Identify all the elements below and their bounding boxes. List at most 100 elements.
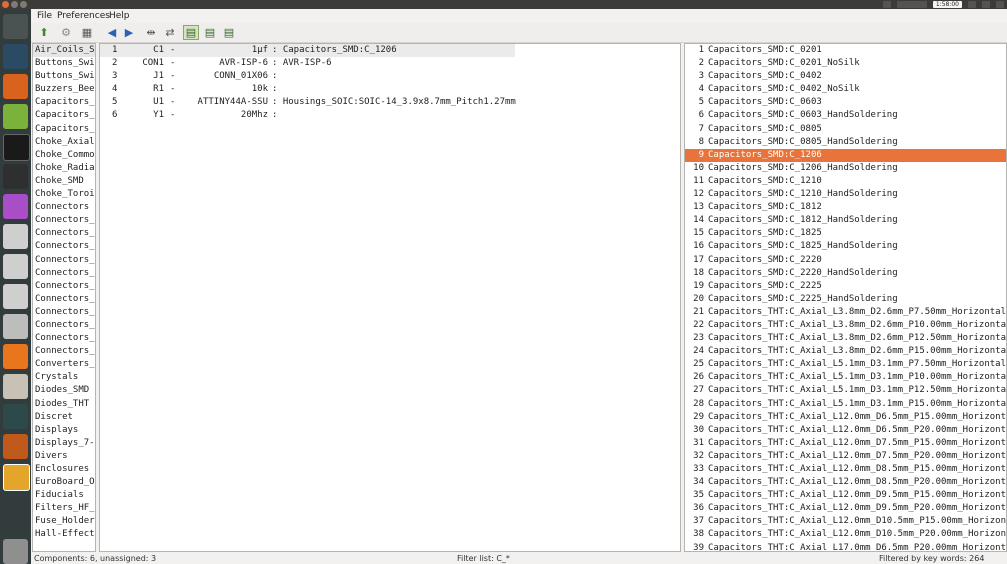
library-item[interactable]: Fiducials xyxy=(33,489,95,502)
footprint-row[interactable]: 30 Capacitors_THT:C_Axial_L12.0mm_D6.5mm_… xyxy=(685,424,1006,437)
footprint-row[interactable]: 13 Capacitors_SMD:C_1812 xyxy=(685,201,1006,214)
battery-icon[interactable] xyxy=(982,1,990,8)
library-item[interactable]: Connectors_ xyxy=(33,345,95,358)
library-item[interactable]: Capacitors_ xyxy=(33,123,95,136)
library-item[interactable]: Displays xyxy=(33,424,95,437)
library-item[interactable]: Buttons_Swi xyxy=(33,70,95,83)
footprint-row[interactable]: 18 Capacitors_SMD:C_2220_HandSoldering xyxy=(685,267,1006,280)
library-item[interactable]: Displays_7-S xyxy=(33,437,95,450)
footprint-list[interactable]: 1 Capacitors_SMD:C_0201 2 Capacitors_SMD:C_… xyxy=(684,43,1007,552)
menu-file[interactable]: File xyxy=(37,11,52,21)
filter-library-icon[interactable]: ▤ xyxy=(221,25,237,40)
power-icon[interactable] xyxy=(996,1,1004,8)
delete-assoc-icon[interactable]: ⇹ xyxy=(143,25,159,40)
library-item[interactable]: Capacitors_ xyxy=(33,96,95,109)
library-item[interactable]: Connectors xyxy=(33,201,95,214)
footprint-row[interactable]: 5 Capacitors_SMD:C_0603 xyxy=(685,96,1006,109)
library-item[interactable]: EuroBoard_Ou xyxy=(33,476,95,489)
footprint-row[interactable]: 12 Capacitors_SMD:C_1210_HandSoldering xyxy=(685,188,1006,201)
footprint-row[interactable]: 31 Capacitors_THT:C_Axial_L12.0mm_D7.5mm_… xyxy=(685,437,1006,450)
drive-icon[interactable] xyxy=(3,224,28,249)
library-item[interactable]: Choke_Common xyxy=(33,149,95,162)
library-item[interactable]: Connectors_ xyxy=(33,240,95,253)
library-item[interactable]: Divers xyxy=(33,450,95,463)
footprint-row[interactable]: 33 Capacitors_THT:C_Axial_L12.0mm_D8.5mm_… xyxy=(685,463,1006,476)
footprint-row[interactable]: 19 Capacitors_SMD:C_2225 xyxy=(685,280,1006,293)
footprint-row[interactable]: 4 Capacitors_SMD:C_0402_NoSilk xyxy=(685,83,1006,96)
library-item[interactable]: Connectors_ xyxy=(33,332,95,345)
component-row[interactable]: 6 Y1- 20Mhz: xyxy=(100,109,680,122)
footprint-row[interactable]: 27 Capacitors_THT:C_Axial_L5.1mm_D3.1mm_P… xyxy=(685,384,1006,397)
filter-pincount-icon[interactable]: ▤ xyxy=(202,25,218,40)
library-item[interactable]: Diodes_SMD xyxy=(33,384,95,397)
footprint-row[interactable]: 6 Capacitors_SMD:C_0603_HandSoldering xyxy=(685,109,1006,122)
drive-icon[interactable] xyxy=(3,284,28,309)
firefox-icon[interactable] xyxy=(3,74,28,99)
component-row[interactable]: 4 R1- 10k: xyxy=(100,83,680,96)
auto-assoc-icon[interactable]: ⇄ xyxy=(162,25,178,40)
footprint-row[interactable]: 14 Capacitors_SMD:C_1812_HandSoldering xyxy=(685,214,1006,227)
footprint-row[interactable]: 20 Capacitors_SMD:C_2225_HandSoldering xyxy=(685,293,1006,306)
library-item[interactable]: Connectors_ xyxy=(33,319,95,332)
footprint-row[interactable]: 34 Capacitors_THT:C_Axial_L12.0mm_D8.5mm_… xyxy=(685,476,1006,489)
ubuntu-settings-icon[interactable] xyxy=(3,434,28,459)
steam-icon[interactable] xyxy=(3,44,28,69)
calculator-icon[interactable] xyxy=(3,374,28,399)
component-row[interactable]: 1 C1- 1µf: Capacitors_SMD:C_1206 xyxy=(100,44,515,58)
footprint-row[interactable]: 37 Capacitors_THT:C_Axial_L12.0mm_D10.5mm… xyxy=(685,515,1006,528)
library-list[interactable]: Air_Coils_SM Buttons_Swi Buttons_Swi Buzzer… xyxy=(32,43,96,552)
library-item[interactable]: Connectors_ xyxy=(33,280,95,293)
footprint-row[interactable]: 15 Capacitors_SMD:C_1825 xyxy=(685,227,1006,240)
filter-keyword-icon[interactable]: ▤ xyxy=(183,25,199,40)
library-item[interactable]: Filters_HF_C xyxy=(33,502,95,515)
library-item[interactable]: Connectors_ xyxy=(33,254,95,267)
library-item[interactable]: Discret xyxy=(33,411,95,424)
close-window-icon[interactable] xyxy=(2,1,9,8)
text-editor-icon[interactable] xyxy=(3,104,28,129)
settings-icon[interactable]: ⚙ xyxy=(58,25,74,40)
footprint-row[interactable]: 36 Capacitors_THT:C_Axial_L12.0mm_D9.5mm_… xyxy=(685,502,1006,515)
footprint-row[interactable]: 10 Capacitors_SMD:C_1206_HandSoldering xyxy=(685,162,1006,175)
component-row[interactable]: 5 U1- ATTINY44A-SSU: Housings_SOIC:SOIC-14… xyxy=(100,96,680,109)
menu-help[interactable]: Help xyxy=(109,11,130,21)
footprint-row[interactable]: 39 Capacitors_THT:C_Axial_L17.0mm_D6.5mm_… xyxy=(685,542,1006,551)
library-item[interactable]: Choke_SMD xyxy=(33,175,95,188)
drive-icon[interactable] xyxy=(3,254,28,279)
footprint-row[interactable]: 17 Capacitors_SMD:C_2220 xyxy=(685,254,1006,267)
footprint-viewer-icon[interactable]: ▦ xyxy=(79,25,95,40)
footprint-row[interactable]: 9 Capacitors_SMD:C_1206 xyxy=(685,148,1006,162)
previous-icon[interactable]: ◀ xyxy=(104,25,120,40)
footprint-row[interactable]: 35 Capacitors_THT:C_Axial_L12.0mm_D9.5mm_… xyxy=(685,489,1006,502)
kicad-cvpcb-icon[interactable] xyxy=(3,464,30,491)
library-item[interactable]: Fuse_Holders xyxy=(33,515,95,528)
library-item[interactable]: Diodes_THT xyxy=(33,398,95,411)
footprint-row[interactable]: 38 Capacitors_THT:C_Axial_L12.0mm_D10.5mm… xyxy=(685,528,1006,541)
maximize-window-icon[interactable] xyxy=(20,1,27,8)
terminal-icon[interactable] xyxy=(3,134,30,161)
component-row[interactable]: 2 CON1- AVR-ISP-6: AVR-ISP-6 xyxy=(100,57,680,70)
library-item[interactable]: Converters_ xyxy=(33,358,95,371)
menu-preferences[interactable]: Preferences xyxy=(57,11,110,21)
library-item[interactable]: Buttons_Swi xyxy=(33,57,95,70)
library-item[interactable]: Connectors_ xyxy=(33,267,95,280)
library-item[interactable]: Hall-Effect xyxy=(33,528,95,541)
library-item[interactable]: Crystals xyxy=(33,371,95,384)
library-item[interactable]: Buzzers_Beep xyxy=(33,83,95,96)
trash-icon[interactable] xyxy=(3,539,28,564)
save-netlist-icon[interactable]: ⬆ xyxy=(36,25,52,40)
library-item[interactable]: Capacitors_ xyxy=(33,109,95,122)
library-item[interactable]: Air_Coils_SM xyxy=(33,44,95,58)
files-icon[interactable] xyxy=(3,314,28,339)
footprint-row[interactable]: 23 Capacitors_THT:C_Axial_L3.8mm_D2.6mm_P… xyxy=(685,332,1006,345)
dash-home-icon[interactable] xyxy=(3,14,28,39)
footprint-row[interactable]: 22 Capacitors_THT:C_Axial_L3.8mm_D2.6mm_P… xyxy=(685,319,1006,332)
footprint-row[interactable]: 7 Capacitors_SMD:C_0805 xyxy=(685,123,1006,136)
component-list[interactable]: 1 C1-1µf: Capacitors_SMD:C_1206 2 CON1- AVR-… xyxy=(99,43,681,552)
footprint-row[interactable]: 26 Capacitors_THT:C_Axial_L5.1mm_D3.1mm_P… xyxy=(685,371,1006,384)
app-icon[interactable] xyxy=(3,164,28,189)
footprint-row[interactable]: 25 Capacitors_THT:C_Axial_L5.1mm_D3.1mm_P… xyxy=(685,358,1006,371)
minimize-window-icon[interactable] xyxy=(11,1,18,8)
sound-icon[interactable] xyxy=(968,1,976,8)
library-item[interactable]: Choke_Radia xyxy=(33,162,95,175)
footprint-row[interactable]: 32 Capacitors_THT:C_Axial_L12.0mm_D7.5mm_… xyxy=(685,450,1006,463)
